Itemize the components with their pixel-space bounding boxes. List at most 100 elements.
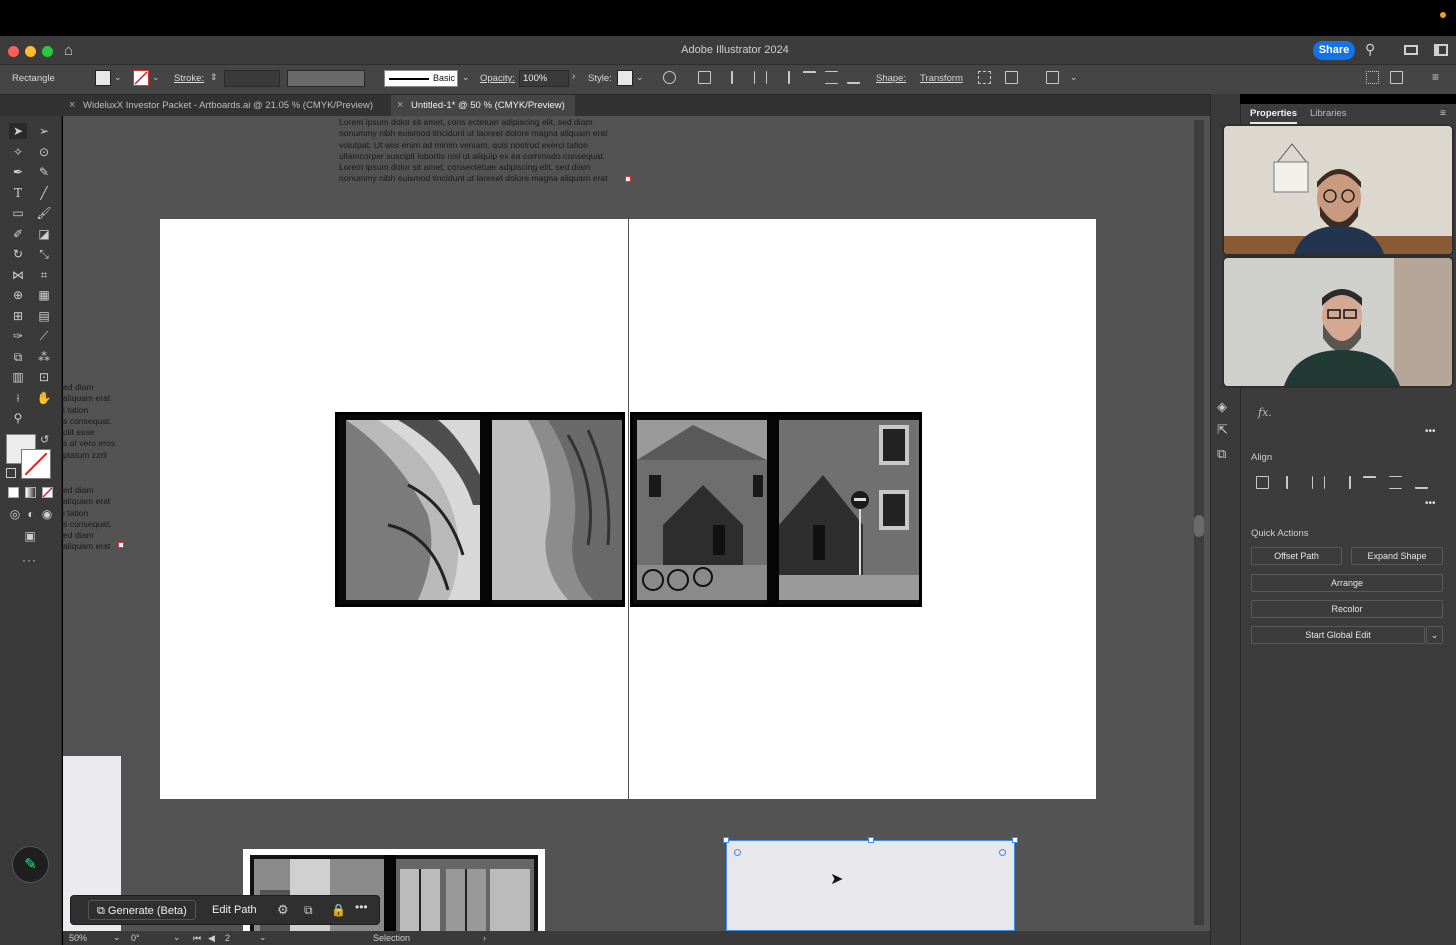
direct-selection-tool-icon[interactable]: ➢ [35, 123, 53, 139]
measure-tool-icon[interactable]: ⟋ [35, 328, 53, 344]
generate-beta-button[interactable]: ⧉ Generate (Beta) [88, 900, 196, 920]
scale-tool-icon[interactable]: ⤡ [35, 246, 53, 262]
gradient-tool-icon[interactable]: ▤ [35, 308, 53, 324]
symbol-sprayer-tool-icon[interactable]: ⁂ [35, 349, 53, 365]
transform-link[interactable]: Transform [920, 73, 963, 84]
align-bottom-icon[interactable] [1415, 476, 1428, 489]
width-tool-icon[interactable]: ⋈ [9, 267, 27, 283]
artboard-tool-icon[interactable]: ⊡ [35, 369, 53, 385]
variable-width-profile[interactable] [287, 70, 365, 87]
free-transform-tool-icon[interactable]: ⌗ [35, 267, 53, 283]
rotation-value[interactable]: 0° [131, 933, 140, 943]
align-left-icon[interactable] [731, 71, 744, 84]
panel-menu-icon[interactable]: ≡ [1440, 108, 1446, 119]
default-colors-icon[interactable] [6, 468, 16, 478]
selection-handle[interactable] [868, 837, 874, 843]
align-middle-icon[interactable] [825, 71, 838, 84]
panel-menu-icon[interactable]: ≡ [1432, 70, 1439, 84]
brush-definition[interactable]: Basic [384, 70, 458, 87]
side-text-block[interactable]: ed diam aliquam erat i tation s consequa… [63, 485, 112, 553]
selection-tool-icon[interactable]: ➤ [9, 123, 27, 139]
shape-builder-tool-icon[interactable]: ⊕ [9, 287, 27, 303]
chevron-down-icon[interactable]: ⌄ [1426, 626, 1443, 644]
align-center-icon[interactable] [754, 71, 767, 84]
tab-properties[interactable]: Properties [1250, 108, 1297, 124]
align-center-icon[interactable] [1312, 476, 1325, 489]
align-top-icon[interactable] [803, 71, 816, 84]
start-global-edit-button[interactable]: Start Global Edit [1251, 626, 1425, 644]
side-text-block[interactable]: ed diam aliquam erat i tation s consequa… [63, 382, 115, 461]
lorem-text-block[interactable]: Lorem ipsum dolor sit amet, cons ectetue… [339, 117, 639, 185]
selected-rectangle[interactable] [726, 840, 1015, 931]
align-right-icon[interactable] [1338, 476, 1351, 489]
color-mode-icon[interactable] [8, 487, 19, 498]
architecture-photo[interactable] [335, 412, 625, 607]
expand-shape-button[interactable]: Expand Shape [1351, 547, 1443, 565]
isolate-icon[interactable] [978, 71, 991, 84]
text-overflow-icon[interactable] [625, 176, 631, 182]
text-overflow-icon[interactable] [118, 542, 124, 548]
swap-colors-icon[interactable]: ↺ [40, 433, 49, 446]
offset-path-button[interactable]: Offset Path [1251, 547, 1342, 565]
mesh-tool-icon[interactable]: ⊞ [9, 308, 27, 324]
align-right-icon[interactable] [777, 71, 790, 84]
close-icon[interactable]: × [397, 95, 403, 116]
shaper-tool-icon[interactable]: ✐ [9, 226, 27, 242]
corner-radius-widget[interactable] [734, 849, 741, 856]
artboards-icon[interactable]: ⧉ [1217, 446, 1226, 462]
more-options-icon[interactable]: ••• [1425, 498, 1436, 509]
first-artboard-icon[interactable]: ⏮ [193, 933, 201, 944]
perspective-grid-tool-icon[interactable]: ▦ [35, 287, 53, 303]
minimize-window-button[interactable] [25, 46, 36, 57]
tab-libraries[interactable]: Libraries [1310, 108, 1346, 119]
slice-tool-icon[interactable]: ⟊ [9, 390, 27, 406]
home-icon[interactable]: ⌂ [64, 42, 73, 59]
style-swatch[interactable] [617, 70, 633, 86]
effects-label[interactable]: fx. [1258, 406, 1272, 419]
align-to-icon[interactable] [698, 71, 711, 84]
curvature-tool-icon[interactable]: ✎ [35, 164, 53, 180]
stroke-weight-field[interactable] [224, 70, 280, 87]
edit-path-button[interactable]: Edit Path [204, 900, 265, 920]
puppet-warp-icon[interactable] [1005, 71, 1018, 84]
previous-artboard-icon[interactable]: ◀ [208, 933, 215, 944]
magic-wand-tool-icon[interactable]: ✧ [9, 144, 27, 160]
tab-wideluxx-investor-packet[interactable]: × WideluxX Investor Packet - Artboards.a… [63, 95, 383, 116]
paintbrush-tool-icon[interactable]: 🖌 [35, 205, 53, 221]
fill-swatch[interactable] [95, 70, 111, 86]
opacity-label[interactable]: Opacity: [480, 73, 515, 84]
distribute-icon[interactable] [1390, 71, 1403, 84]
chevron-down-icon[interactable]: ⌄ [1070, 72, 1078, 83]
workspace-icon[interactable] [1434, 44, 1448, 56]
arrange-documents-icon[interactable] [1404, 45, 1418, 55]
status-menu-icon[interactable]: › [483, 933, 486, 943]
chevron-down-icon[interactable]: ⌄ [636, 72, 644, 83]
chevron-down-icon[interactable]: ⌄ [152, 72, 160, 83]
align-to-icon[interactable] [1256, 476, 1269, 489]
align-top-icon[interactable] [1363, 476, 1376, 489]
artboard-number[interactable]: 2 [225, 933, 230, 943]
edit-toolbar-icon[interactable]: ··· [22, 553, 37, 567]
close-icon[interactable]: × [69, 95, 75, 116]
gradient-mode-icon[interactable] [25, 487, 36, 498]
chevron-down-icon[interactable]: ⌄ [462, 72, 470, 83]
zoom-tool-icon[interactable]: ⚲ [9, 410, 27, 426]
align-middle-icon[interactable] [1389, 476, 1402, 489]
arrange-panels-icon[interactable] [1366, 71, 1379, 84]
draw-inside-icon[interactable]: ◉ [38, 506, 56, 522]
hand-tool-icon[interactable]: ✋ [35, 390, 53, 406]
rotate-tool-icon[interactable]: ↻ [9, 246, 27, 262]
more-options-icon[interactable]: ••• [355, 900, 368, 914]
stroke-label[interactable]: Stroke: [174, 73, 204, 84]
chevron-down-icon[interactable]: ⌄ [173, 932, 181, 943]
chevron-down-icon[interactable]: ⌄ [114, 72, 122, 83]
vertical-scroll-thumb[interactable] [1194, 515, 1204, 537]
type-tool-icon[interactable]: T [9, 185, 27, 201]
pencil-icon[interactable]: ✎ [12, 846, 49, 883]
align-bottom-icon[interactable] [847, 71, 860, 84]
screen-mode-icon[interactable]: ▣ [21, 528, 39, 544]
corner-radius-widget[interactable] [999, 849, 1006, 856]
rectangle-tool-icon[interactable]: ▭ [9, 205, 27, 221]
zoom-window-button[interactable] [42, 46, 53, 57]
shape-label[interactable]: Shape: [876, 73, 906, 84]
